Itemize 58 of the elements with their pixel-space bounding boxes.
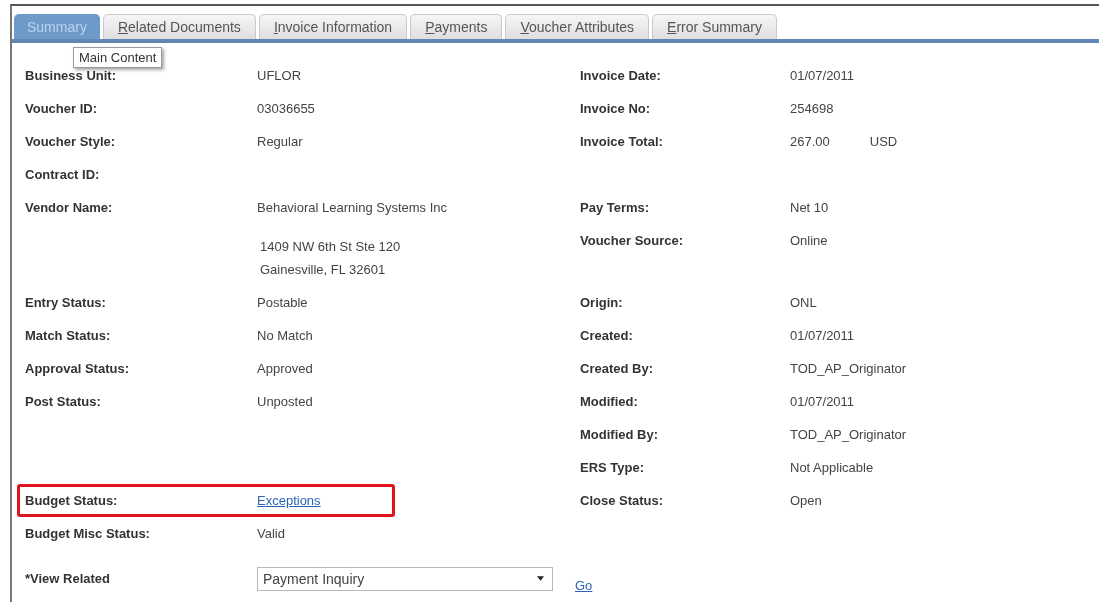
field-value: Regular bbox=[257, 134, 303, 149]
field-value: No Match bbox=[257, 328, 313, 343]
field-label: Created By: bbox=[580, 361, 653, 376]
field-value: TOD_AP_Originator bbox=[790, 361, 907, 376]
field-label: Budget Status: bbox=[25, 493, 118, 508]
field-label: Close Status: bbox=[580, 493, 664, 508]
field-label: Pay Terms: bbox=[580, 200, 650, 215]
field-value: 01/07/2011 bbox=[790, 394, 855, 409]
field-value: Not Applicable bbox=[790, 460, 874, 475]
address-line: Gainesville, FL 32601 bbox=[260, 262, 387, 277]
address-line: 1409 NW 6th St Ste 120 bbox=[260, 239, 401, 254]
field-value: Unposted bbox=[257, 394, 313, 409]
field-label: Voucher Source: bbox=[580, 233, 684, 248]
field-label: Business Unit: bbox=[25, 68, 116, 83]
field-value: 01/07/2011 bbox=[790, 68, 855, 83]
field-label: Vendor Name: bbox=[25, 200, 113, 215]
field-label: Entry Status: bbox=[25, 295, 106, 310]
field-value: 254698 bbox=[790, 101, 834, 116]
tab[interactable]: Invoice Information bbox=[258, 14, 408, 39]
field-value: Valid bbox=[257, 526, 285, 541]
field-value: Postable bbox=[257, 295, 308, 310]
field-value: UFLOR bbox=[257, 68, 302, 83]
field-label: Modified: bbox=[580, 394, 638, 409]
field-label: *View Related bbox=[25, 571, 112, 586]
field-label: Origin: bbox=[580, 295, 623, 310]
field-label: Match Status: bbox=[25, 328, 111, 343]
field-value: ONL bbox=[790, 295, 817, 310]
link[interactable]: Exceptions bbox=[257, 493, 321, 508]
field-label: Invoice Total: bbox=[580, 134, 663, 149]
tab[interactable]: Error Summary bbox=[652, 14, 777, 39]
field-label: ERS Type: bbox=[580, 460, 645, 475]
field-value: TOD_AP_Originator bbox=[790, 427, 907, 442]
field-label: Invoice Date: bbox=[580, 68, 661, 83]
field-label: Modified By: bbox=[580, 427, 658, 442]
field-label: Invoice No: bbox=[580, 101, 651, 116]
field-label: Created: bbox=[580, 328, 633, 343]
field-label: Voucher ID: bbox=[25, 101, 97, 116]
field-label: Post Status: bbox=[25, 394, 101, 409]
currency-code: USD bbox=[869, 134, 898, 149]
field-label: Approval Status: bbox=[25, 361, 129, 376]
tab[interactable]: Voucher Attributes bbox=[505, 14, 650, 39]
go-link[interactable]: Go bbox=[575, 578, 593, 593]
field-value: Approved bbox=[257, 361, 313, 376]
tab[interactable]: Related Documents bbox=[102, 14, 256, 39]
field-value: Behavioral Learning Systems Inc bbox=[257, 200, 448, 215]
dropdown[interactable]: Payment Inquiry bbox=[257, 566, 553, 591]
tooltip: Main Content bbox=[73, 47, 163, 68]
field-value: 03036655 bbox=[257, 101, 315, 116]
field-label: Contract ID: bbox=[25, 167, 100, 182]
field-value: Open bbox=[790, 493, 822, 508]
field-value: 01/07/2011 bbox=[790, 328, 855, 343]
field-value: Net 10 bbox=[790, 200, 829, 215]
field-label: Budget Misc Status: bbox=[25, 526, 150, 541]
caret-icon bbox=[537, 576, 544, 581]
tab[interactable]: Payments bbox=[410, 14, 503, 39]
field-value: Online bbox=[790, 233, 828, 248]
field-label: Voucher Style: bbox=[25, 134, 116, 149]
field-value: 267.00 bbox=[790, 134, 830, 149]
